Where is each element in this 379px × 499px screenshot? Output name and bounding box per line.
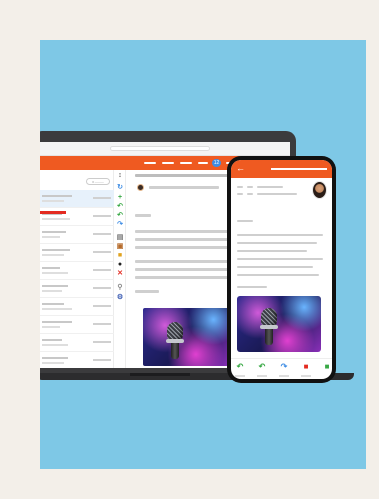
text-line (237, 274, 319, 276)
forward-icon[interactable]: ↷ (279, 362, 289, 372)
list-item[interactable] (40, 280, 114, 298)
text-line (237, 266, 313, 268)
list-item[interactable] (40, 262, 114, 280)
nav-item[interactable] (144, 162, 156, 164)
nav-item[interactable] (162, 162, 174, 164)
delete-icon[interactable]: ✕ (116, 270, 124, 278)
text-line (237, 242, 317, 244)
delete-icon[interactable]: ■ (301, 362, 311, 372)
list-item[interactable] (40, 334, 114, 352)
reply-all-icon[interactable]: ↶ (257, 362, 267, 372)
list-item[interactable] (40, 244, 114, 262)
action-label (257, 375, 267, 377)
sender-line (149, 186, 219, 189)
avatar (137, 184, 144, 191)
list-item[interactable] (40, 352, 114, 368)
phone-screen: ← ↶ ↶ ↷ ■ ■ (231, 160, 332, 379)
back-arrow-icon[interactable]: ← (236, 163, 245, 173)
phone-device: ← ↶ ↶ ↷ ■ ■ (227, 156, 336, 383)
settings-icon[interactable]: ⚙ (116, 294, 124, 302)
forward-icon[interactable]: ↷ (116, 221, 124, 229)
list-item[interactable] (40, 190, 114, 208)
reply-icon[interactable]: ↶ (235, 362, 245, 372)
archive-icon[interactable]: ▣ (116, 243, 124, 251)
list-item[interactable] (40, 226, 114, 244)
collapse-icon[interactable]: ↕ (116, 172, 124, 180)
avatar (312, 181, 327, 199)
list-item[interactable] (40, 316, 114, 334)
list-item[interactable] (40, 298, 114, 316)
address-bar[interactable] (110, 146, 210, 151)
text-line (135, 290, 159, 293)
concert-photo (237, 296, 321, 352)
text-line (135, 276, 235, 279)
move-icon[interactable]: ■ (116, 252, 124, 260)
text-line (247, 193, 253, 195)
refresh-icon[interactable]: ↻ (116, 184, 124, 192)
toolbar: ↕ ↻ + ↶ ↶ ↷ ▤ ▣ ■ ● ✕ ⚲ ⚙ (114, 170, 126, 368)
spam-icon[interactable]: ● (116, 261, 124, 269)
text-line (237, 250, 307, 252)
text-line (237, 193, 243, 195)
text-line (135, 214, 151, 217)
search-icon[interactable]: ⚲ (116, 284, 124, 292)
concert-photo (143, 308, 231, 366)
flag-marker (40, 211, 66, 214)
text-line (237, 286, 267, 288)
phone-title-line (271, 168, 327, 170)
nav-item[interactable] (198, 162, 208, 164)
action-label (279, 375, 289, 377)
notification-badge[interactable]: 12 (212, 159, 221, 167)
text-line (237, 220, 253, 222)
text-line (237, 258, 323, 260)
message-list: ≡ ——— (40, 170, 114, 368)
laptop-notch (130, 373, 190, 376)
hero-panel: 12 ≡ ——— ↕ ↻ + ↶ ↶ ↷ ▤ ▣ ■ ● ✕ ⚲ ⚙ ← ↶ ↶… (40, 40, 366, 469)
action-label (301, 375, 311, 377)
text-line (237, 234, 323, 236)
print-icon[interactable]: ▤ (116, 234, 124, 242)
compose-icon[interactable]: + (116, 194, 124, 202)
phone-header: ← (231, 160, 332, 178)
text-line (257, 193, 297, 195)
reply-all-icon[interactable]: ↶ (116, 212, 124, 220)
browser-chrome (40, 142, 290, 156)
nav-item[interactable] (180, 162, 192, 164)
phone-action-bar: ↶ ↶ ↷ ■ ■ (231, 358, 332, 379)
text-line (257, 186, 283, 188)
text-line (237, 186, 243, 188)
action-label (235, 375, 245, 377)
text-line (247, 186, 253, 188)
reply-icon[interactable]: ↶ (116, 203, 124, 211)
filter-dropdown[interactable]: ≡ ——— (86, 178, 110, 185)
move-icon[interactable]: ■ (322, 362, 332, 372)
